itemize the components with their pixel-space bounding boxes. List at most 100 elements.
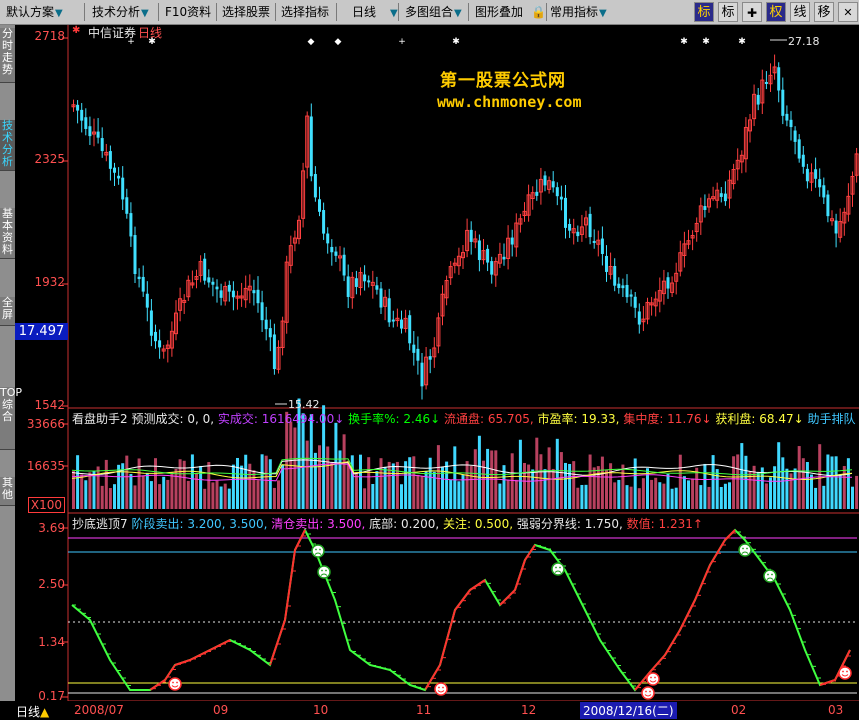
volume-bar: [428, 457, 432, 509]
candle-body: [510, 237, 514, 245]
volume-bar: [826, 454, 830, 509]
volume-bar: [555, 438, 559, 509]
candle-body: [490, 261, 494, 275]
volume-bar: [166, 479, 170, 509]
volume-bar: [559, 452, 563, 509]
indicator-field: 关注: 0.500,: [439, 517, 514, 531]
volume-bar: [654, 477, 658, 509]
volume-field: 集中度: 11.76↓: [619, 412, 712, 426]
volume-bar: [186, 480, 190, 509]
volume-bar: [100, 485, 104, 509]
candle-body: [84, 117, 88, 129]
volume-bar: [465, 461, 469, 509]
candle-body: [576, 231, 580, 237]
volume-bar: [510, 453, 514, 509]
candle-body: [313, 174, 317, 198]
date-label: 02: [731, 703, 747, 717]
volume-bar: [334, 422, 338, 509]
indicator-rising-segment: [514, 559, 526, 591]
volume-bar: [108, 488, 112, 509]
candle-body: [805, 168, 809, 182]
sell-face-icon-eye: [321, 569, 323, 572]
volume-bar: [367, 457, 371, 509]
date-label: 10: [313, 703, 329, 717]
volume-bar: [691, 478, 695, 509]
volume-bar: [551, 468, 555, 509]
volume-bar: [596, 466, 600, 509]
sell-face-icon-eye: [315, 548, 317, 551]
volume-bar: [436, 445, 440, 509]
candle-body: [379, 288, 383, 308]
indicator-rising-segment: [294, 529, 306, 551]
candle-body: [342, 254, 346, 276]
candle-body: [219, 290, 223, 298]
candle-body: [822, 185, 826, 198]
volume-bar: [363, 488, 367, 509]
candle-body: [387, 298, 391, 323]
volume-bar: [830, 456, 834, 509]
sell-face-icon-eye: [325, 569, 327, 572]
candle-body: [420, 362, 424, 387]
volume-bar: [838, 474, 842, 509]
volume-bar: [125, 455, 129, 509]
volume-bar: [723, 483, 727, 509]
volume-bar: [662, 483, 666, 509]
candle-body: [621, 285, 625, 289]
candle-body: [326, 233, 330, 244]
volume-bar: [268, 459, 272, 509]
volume-bar: [650, 479, 654, 509]
volume-bar: [240, 465, 244, 509]
left-axis: 2718 2325 1932 1542 33666 16635 X100 3.6…: [15, 25, 67, 718]
candle-body: [129, 213, 133, 237]
period-selector[interactable]: 日线▲: [16, 703, 49, 720]
y-tick-label: 2718: [34, 29, 65, 43]
volume-tick-label: 16635: [26, 459, 65, 473]
candle-body: [256, 289, 260, 304]
volume-bar: [231, 464, 235, 509]
volume-bar: [814, 487, 818, 509]
volume-bar: [133, 485, 137, 509]
volume-bar: [842, 466, 846, 509]
cursor-date-label: 2008/12/16(二): [580, 702, 677, 719]
candle-body: [408, 315, 412, 344]
volume-bar: [453, 446, 457, 509]
volume-bar: [252, 470, 256, 509]
volume-bar: [805, 462, 809, 509]
candle-body: [834, 220, 838, 234]
volume-bar: [498, 483, 502, 509]
candle-body: [76, 104, 80, 111]
volume-bar: [605, 469, 608, 509]
settings-icon[interactable]: ✱: [72, 25, 80, 36]
volume-bar: [785, 468, 789, 509]
candle-body: [215, 286, 219, 290]
volume-bar: [769, 477, 772, 509]
candle-body: [559, 196, 563, 200]
volume-bar: [387, 461, 391, 509]
sell-face-icon: [738, 543, 752, 557]
sell-face-icon-eye: [319, 548, 321, 551]
volume-bar: [637, 488, 641, 509]
sell-face-icon-eye: [767, 573, 769, 576]
date-label: 09: [213, 703, 229, 717]
candle-body: [826, 194, 830, 217]
watermark-title: 第一股票公式网: [440, 71, 566, 91]
buy-smiley-icon-eye: [650, 676, 652, 679]
volume-bar: [797, 446, 801, 509]
volume-bar: [740, 443, 744, 509]
volume-field: 助手排队: [803, 412, 856, 426]
signal-marker-icon: ✱: [738, 37, 746, 47]
volume-bar: [129, 473, 133, 509]
volume-bar: [416, 474, 420, 509]
signal-marker-icon: ✱: [452, 37, 460, 47]
volume-bar: [851, 486, 854, 509]
candle-body: [764, 81, 768, 84]
buy-smiley-icon: [646, 672, 660, 686]
volume-bar: [354, 472, 358, 509]
volume-bar: [371, 483, 375, 509]
volume-bar: [88, 472, 92, 509]
indicator-field: 强弱分界线: 1.750,: [513, 517, 623, 531]
volume-bar: [572, 461, 576, 509]
candle-body: [145, 293, 149, 308]
candle-body: [637, 311, 641, 325]
buy-smiley-icon-eye: [645, 690, 647, 693]
